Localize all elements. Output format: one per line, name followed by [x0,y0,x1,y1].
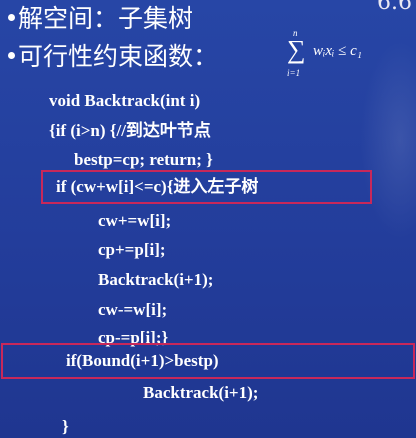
bullet-text: 可行性约束函数： [18,42,219,71]
sigma-symbol: ∑ [287,35,306,64]
code-line: if(Bound(i+1)>bestp) [66,351,219,370]
code-line: cp+=p[i]; [98,240,166,259]
bullet-feasibility-constraint: 可行性约束函数： [8,44,218,69]
code-line: if (cw+w[i]<=c){进入左子树 [56,177,259,196]
code-line: cw-=w[i]; [98,300,168,319]
code-line: Backtrack(i+1); [143,383,259,402]
lecture-slide: 6.6 解空间：子集树 可行性约束函数： n ∑ i=1 wᵢxᵢ ≤ c₁ v… [0,0,416,438]
section-number: 6.6 [377,0,412,15]
bullet-solution-space: 解空间：子集树 [8,6,193,31]
sum-lower-limit: i=1 [287,68,301,78]
code-line: Backtrack(i+1); [98,270,214,289]
code-line: bestp=cp; return; } [74,150,213,169]
code-line: {if (i>n) {//到达叶节点 [49,121,211,140]
code-line: void Backtrack(int i) [49,91,201,110]
formula-body: wᵢxᵢ ≤ c₁ [313,43,363,59]
bullet-icon [8,51,15,59]
bullet-text: 解空间：子集树 [18,4,194,33]
constraint-formula: n ∑ i=1 wᵢxᵢ ≤ c₁ [283,28,403,80]
code-line: } [62,417,69,436]
code-line: cw+=w[i]; [98,211,172,230]
bullet-icon [8,13,15,21]
